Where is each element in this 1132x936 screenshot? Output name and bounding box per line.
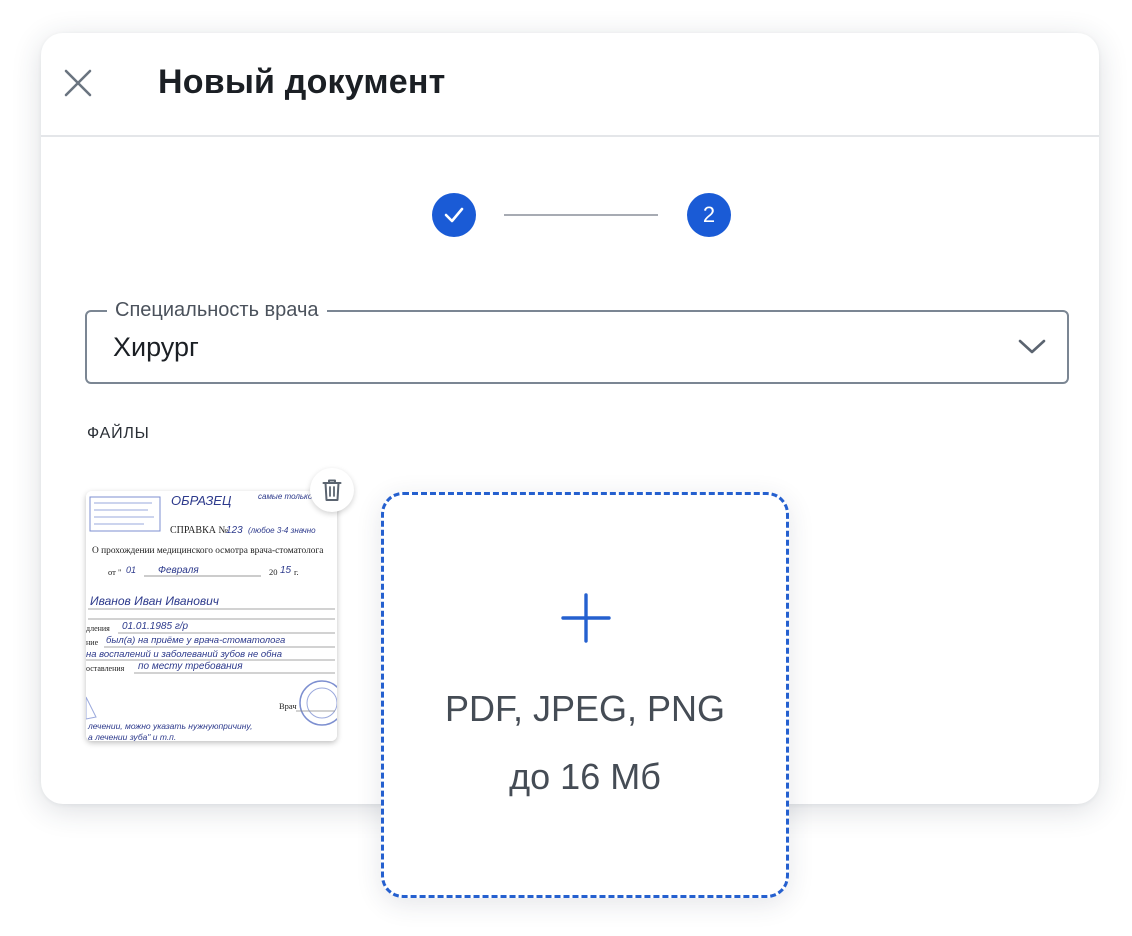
check-icon	[444, 207, 464, 223]
specialty-label: Специальность врача	[107, 298, 327, 322]
visit-label: ние	[86, 638, 99, 647]
file-upload-dropzone[interactable]: PDF, JPEG, PNG до 16 Мб	[381, 492, 789, 898]
handwritten-stamp: ОБРАЗЕЦ	[171, 493, 232, 508]
dialog-title: Новый документ	[158, 63, 446, 101]
close-icon	[64, 69, 92, 97]
chevron-down-icon	[1018, 339, 1046, 354]
certificate-subject: О прохождении медицинского осмотра врача…	[92, 546, 324, 556]
certificate-number: 123	[226, 525, 243, 536]
specialty-select[interactable]: Специальность врача Хирург	[85, 298, 1069, 384]
files-section-label: ФАЙЛЫ	[87, 425, 150, 442]
uploaded-file-thumbnail[interactable]: ОБРАЗЕЦ самые только у СПРАВКА № 123 (лю…	[86, 491, 337, 741]
certificate-label: СПРАВКА №	[170, 525, 228, 536]
footnote-1: лечении, можно указать нужнуюпричину,	[87, 721, 252, 731]
birth-label: дления	[86, 624, 110, 633]
trash-icon	[322, 479, 342, 501]
footnote-2: а лечении зуба" и т.п.	[88, 732, 176, 741]
new-document-dialog: Новый документ 2 Специальность врача Хир…	[41, 33, 1099, 898]
date-day: 01	[126, 565, 136, 575]
delete-file-button[interactable]	[310, 468, 354, 512]
size-limit: до 16 Мб	[509, 756, 661, 797]
stepper-connector	[504, 214, 658, 216]
present-label: оставления	[86, 664, 125, 673]
date-year-prefix: 20	[269, 567, 278, 577]
specialty-value: Хирург	[113, 332, 199, 362]
date-month: Февраля	[158, 565, 199, 576]
visit-value: был(а) на приёме у врача-стоматолога	[106, 635, 285, 646]
step-1-completed	[432, 193, 476, 237]
doctor-label: Врач	[279, 701, 297, 711]
certificate-note: (любое 3-4 значно	[248, 526, 316, 535]
close-button[interactable]	[61, 66, 95, 100]
date-suffix: г.	[294, 567, 299, 577]
step-2-active: 2	[687, 193, 731, 237]
patient-name: Иванов Иван Иванович	[90, 594, 219, 608]
date-year: 15	[280, 565, 292, 576]
present-value: по месту требования	[138, 660, 243, 672]
date-prefix: от "	[108, 567, 121, 577]
accepted-formats: PDF, JPEG, PNG	[444, 688, 726, 729]
visit-value-2: на воспалений и заболеваний зубов не обн…	[86, 649, 282, 660]
scanned-certificate-preview: ОБРАЗЕЦ самые только у СПРАВКА № 123 (лю…	[86, 491, 337, 741]
dialog-header: Новый документ	[41, 33, 1099, 137]
birth-value: 01.01.1985 г/р	[122, 621, 189, 632]
plus-icon	[561, 593, 611, 643]
